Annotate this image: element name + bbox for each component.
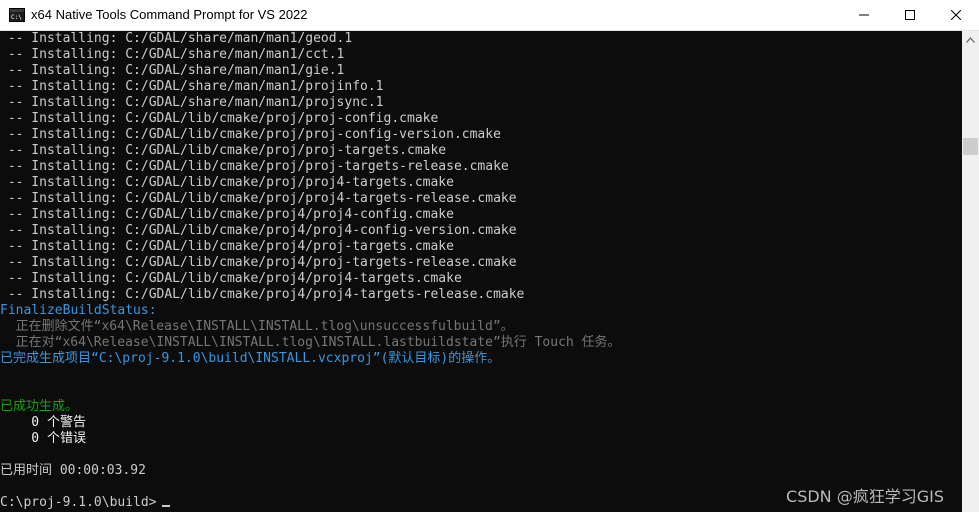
close-icon (951, 10, 961, 20)
close-button[interactable] (933, 0, 979, 30)
console-line: -- Installing: C:/GDAL/lib/cmake/proj/pr… (0, 159, 509, 174)
console-line: 已完成生成项目“C:\proj-9.1.0\build\INSTALL.vcxp… (0, 351, 501, 366)
console-line: -- Installing: C:/GDAL/lib/cmake/proj4/p… (0, 207, 454, 222)
vertical-scrollbar[interactable] (962, 31, 979, 512)
console-line: 已成功生成。 (0, 399, 79, 414)
title-bar[interactable]: C:\ x64 Native Tools Command Prompt for … (0, 0, 979, 31)
svg-text:C:\: C:\ (11, 14, 22, 21)
console-line: -- Installing: C:/GDAL/share/man/man1/cc… (0, 47, 345, 62)
maximize-icon (905, 10, 915, 20)
maximize-button[interactable] (887, 0, 933, 30)
console-line: -- Installing: C:/GDAL/lib/cmake/proj/pr… (0, 111, 439, 126)
console-output[interactable]: -- Installing: C:/GDAL/share/man/man1/ge… (0, 31, 962, 512)
console-line: -- Installing: C:/GDAL/lib/cmake/proj4/p… (0, 239, 454, 254)
console-line: 0 个警告 (0, 415, 86, 430)
console-line: 已用时间 00:00:03.92 (0, 463, 146, 478)
console-line: -- Installing: C:/GDAL/lib/cmake/proj4/p… (0, 255, 517, 270)
text-cursor (162, 505, 170, 507)
console-line: -- Installing: C:/GDAL/lib/cmake/proj/pr… (0, 143, 447, 158)
console-line: 0 个错误 (0, 431, 86, 446)
window-title: x64 Native Tools Command Prompt for VS 2… (31, 7, 308, 22)
console-line: -- Installing: C:/GDAL/lib/cmake/proj4/p… (0, 271, 462, 286)
console-line: 正在删除文件“x64\Release\INSTALL\INSTALL.tlog\… (0, 319, 514, 334)
console-line: -- Installing: C:/GDAL/share/man/man1/pr… (0, 79, 384, 94)
console-line: -- Installing: C:/GDAL/lib/cmake/proj4/p… (0, 287, 525, 302)
console-line: FinalizeBuildStatus: (0, 303, 157, 318)
console-line: -- Installing: C:/GDAL/lib/cmake/proj4/p… (0, 223, 517, 238)
console-line: -- Installing: C:/GDAL/lib/cmake/proj/pr… (0, 175, 454, 190)
watermark: CSDN @疯狂学习GIS (786, 487, 944, 506)
console-line: -- Installing: C:/GDAL/share/man/man1/pr… (0, 95, 384, 110)
scroll-up-button[interactable] (962, 31, 979, 48)
minimize-button[interactable] (841, 0, 887, 30)
command-prompt[interactable]: C:\proj-9.1.0\build> (0, 495, 157, 511)
console-icon: C:\ (9, 8, 25, 22)
console-line: -- Installing: C:/GDAL/share/man/man1/gi… (0, 63, 345, 78)
scroll-thumb[interactable] (963, 138, 978, 155)
scroll-up-arrow-icon (966, 36, 975, 43)
console-line: -- Installing: C:/GDAL/lib/cmake/proj/pr… (0, 191, 517, 206)
terminal-window: C:\ x64 Native Tools Command Prompt for … (0, 0, 979, 512)
console-line: 正在对“x64\Release\INSTALL\INSTALL.tlog\INS… (0, 335, 621, 350)
minimize-icon (859, 14, 869, 16)
console-line: -- Installing: C:/GDAL/lib/cmake/proj/pr… (0, 127, 501, 142)
console-line: -- Installing: C:/GDAL/share/man/man1/ge… (0, 31, 353, 46)
